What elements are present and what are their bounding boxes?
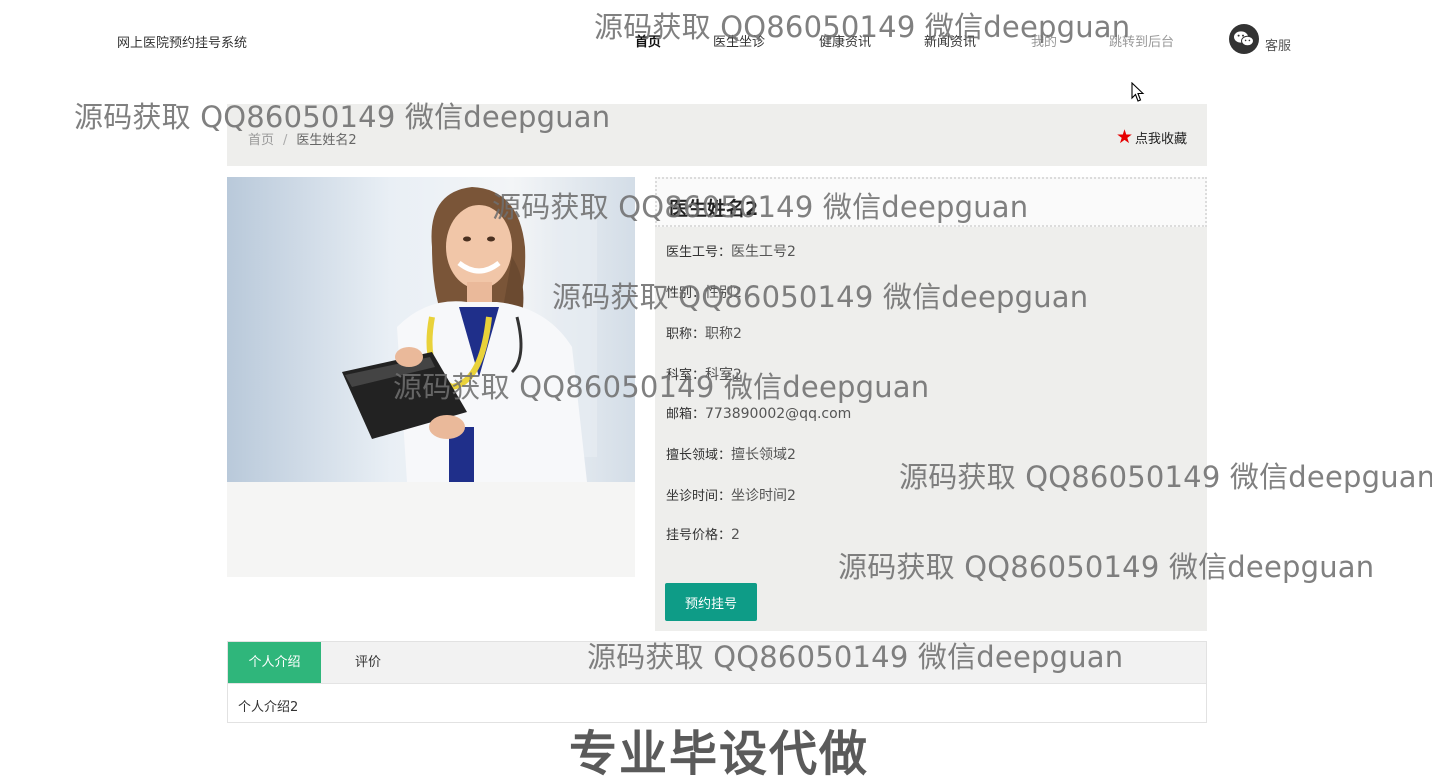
mouse-cursor-icon	[1131, 82, 1145, 102]
field-doctor-id: 医生工号：医生工号2	[666, 241, 796, 261]
site-title[interactable]: 网上医院预约挂号系统	[117, 32, 247, 51]
field-department: 科室：科室2	[666, 364, 742, 384]
field-value: 2	[731, 527, 740, 543]
field-title: 职称：职称2	[666, 323, 742, 343]
field-label: 邮箱：	[666, 407, 706, 422]
field-value: 坐诊时间2	[731, 488, 796, 504]
favorite-label: 点我收藏	[1134, 132, 1187, 147]
breadcrumb-current: 医生姓名2	[296, 133, 357, 148]
favorite-button[interactable]: ★ 点我收藏	[1115, 126, 1187, 148]
customer-service-label: 客服	[1265, 38, 1292, 54]
nav-health-info[interactable]: 健康资讯	[819, 31, 871, 50]
field-label: 挂号价格：	[666, 528, 732, 543]
field-label: 性别：	[666, 286, 706, 301]
field-label: 科室：	[666, 368, 706, 383]
breadcrumb: 首页 / 医生姓名2	[248, 129, 357, 148]
breadcrumb-separator: /	[283, 133, 288, 148]
field-gender: 性别：性别2	[666, 282, 742, 302]
nav-mine[interactable]: 我的	[1031, 31, 1057, 50]
field-label: 职称：	[666, 327, 706, 342]
field-email: 邮箱：773890002@qq.com	[666, 403, 851, 422]
nav-news[interactable]: 新闻资讯	[924, 31, 976, 50]
doctor-info-panel: 医生姓名2 医生工号：医生工号2 性别：性别2 职称：职称2 科室：科室2 邮箱…	[655, 177, 1207, 631]
wechat-icon	[1229, 24, 1259, 54]
star-icon: ★	[1115, 126, 1133, 148]
book-appointment-button[interactable]: 预约挂号	[665, 583, 757, 621]
doctor-photo	[227, 177, 635, 482]
tab-introduction[interactable]: 个人介绍	[228, 642, 321, 683]
tab-reviews[interactable]: 评价	[338, 642, 398, 683]
doctor-image-panel	[227, 177, 635, 577]
watermark-banner: 专业毕设代做	[569, 726, 870, 782]
tab-header: 个人介绍 评价	[228, 642, 1206, 684]
field-value: 科室2	[705, 367, 742, 383]
field-value: 擅长领域2	[731, 447, 796, 463]
breadcrumb-home[interactable]: 首页	[248, 133, 274, 148]
breadcrumb-bar: 首页 / 医生姓名2 ★ 点我收藏	[227, 104, 1207, 166]
nav-admin[interactable]: 跳转到后台	[1109, 31, 1174, 50]
customer-service-button[interactable]: 客服	[1229, 24, 1291, 54]
field-label: 擅长领域：	[666, 448, 732, 463]
nav-home[interactable]: 首页	[635, 31, 661, 50]
field-price: 挂号价格：2	[666, 524, 740, 543]
field-schedule: 坐诊时间：坐诊时间2	[666, 485, 796, 505]
detail-tabs: 个人介绍 评价 个人介绍2	[227, 641, 1207, 723]
field-label: 医生工号：	[666, 245, 732, 260]
field-value: 职称2	[705, 326, 742, 342]
field-value: 医生工号2	[731, 244, 796, 260]
field-value: 773890002@qq.com	[705, 406, 852, 422]
field-label: 坐诊时间：	[666, 489, 732, 504]
doctor-name: 医生姓名2	[669, 198, 759, 220]
nav-doctor-schedule[interactable]: 医生坐诊	[713, 31, 765, 50]
tab-content: 个人介绍2	[238, 700, 299, 715]
field-specialty: 擅长领域：擅长领域2	[666, 444, 796, 464]
doctor-name-box: 医生姓名2	[655, 177, 1207, 227]
field-value: 性别2	[705, 285, 742, 301]
top-navbar: 网上医院预约挂号系统 首页 医生坐诊 健康资讯 新闻资讯 我的 跳转到后台 客服	[0, 0, 1432, 80]
